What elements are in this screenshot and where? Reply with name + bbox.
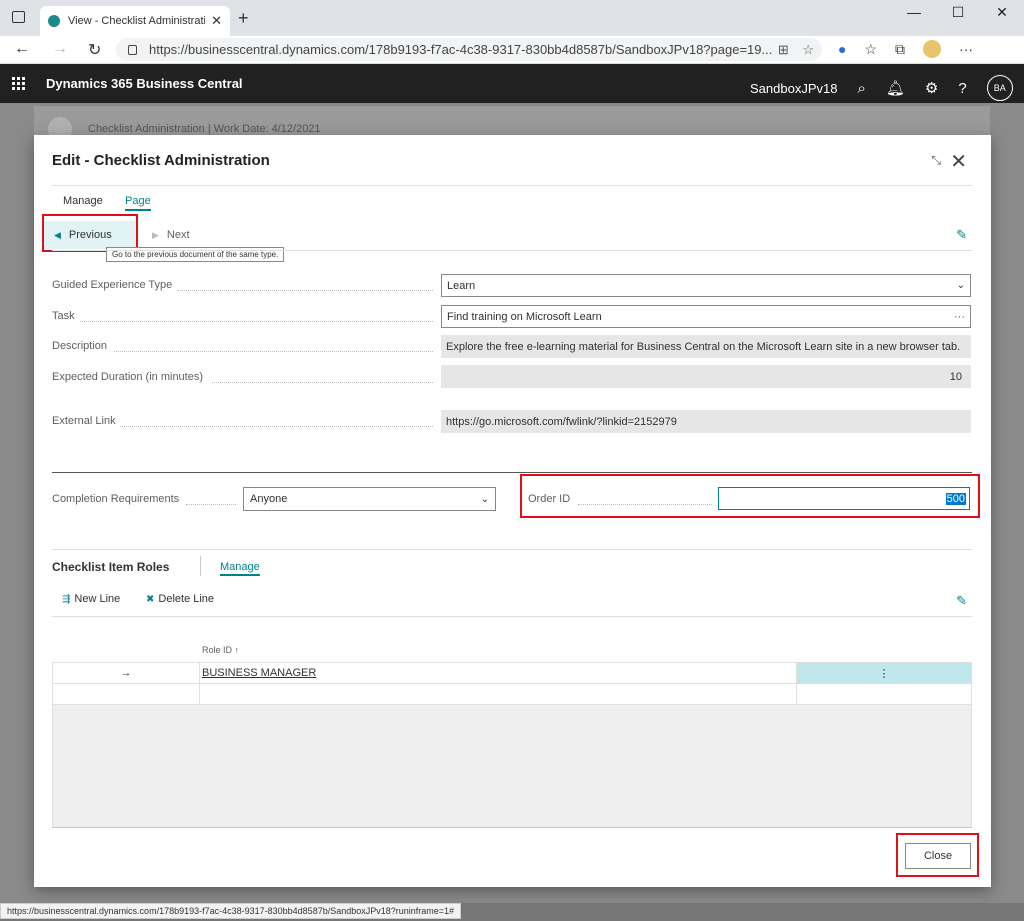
notifications-bell-icon[interactable]: 🔔︎	[886, 79, 905, 97]
tab-title: View - Checklist Administration -	[68, 15, 206, 27]
close-tab-icon[interactable]: ✕	[211, 13, 222, 29]
role-id-cell[interactable]: BUSINESS MANAGER	[200, 663, 797, 683]
collapse-icon[interactable]: ⤡	[931, 153, 941, 168]
roles-manage-tab[interactable]: Manage	[220, 561, 260, 576]
close-dialog-icon[interactable]: ✕	[950, 149, 967, 174]
favorite-star-icon[interactable]: ☆	[802, 42, 814, 58]
url-text: https://businesscentral.dynamics.com/178…	[149, 42, 773, 57]
lookup-more-icon[interactable]: ···	[954, 311, 965, 323]
extension-icon[interactable]: ●	[838, 41, 846, 57]
maximize-icon[interactable]: ☐	[936, 0, 980, 30]
table-row[interactable]: → BUSINESS MANAGER ⋮	[53, 663, 971, 684]
pin-action-bar-icon[interactable]: ✎	[956, 227, 967, 243]
collections-icon[interactable]: ⧉	[895, 41, 905, 58]
duration-label: Expected Duration (in minutes)	[52, 371, 204, 383]
favorites-icon[interactable]: ☆	[864, 41, 877, 58]
description-label: Description	[52, 340, 108, 352]
app-header: Dynamics 365 Business Central SandboxJPv…	[0, 64, 1024, 103]
dialog-title: Edit - Checklist Administration	[52, 152, 270, 169]
pin-subpage-icon[interactable]: ✎	[956, 593, 967, 609]
status-bar-url: https://businesscentral.dynamics.com/178…	[0, 903, 462, 919]
user-avatar[interactable]: BA	[986, 75, 1013, 101]
duration-field: 10	[441, 365, 971, 388]
guided-type-select[interactable]: Learn ⌄	[441, 274, 971, 297]
help-icon[interactable]: ?	[958, 80, 966, 97]
environment-name: SandboxJPv18	[750, 80, 838, 96]
description-field: Explore the free e-learning material for…	[441, 335, 971, 358]
chevron-down-icon: ⌄	[480, 493, 489, 505]
forward-icon[interactable]: →	[52, 40, 68, 58]
new-line-icon: ⇶	[62, 593, 71, 605]
address-bar: ← → ↻ https://businesscentral.dynamics.c…	[0, 36, 1024, 64]
next-arrow-icon: ▶	[152, 229, 159, 240]
menu-manage[interactable]: Manage	[63, 195, 103, 207]
completion-select[interactable]: Anyone ⌄	[243, 487, 496, 511]
new-line-button[interactable]: ⇶ New Line	[62, 593, 120, 605]
guided-type-label: Guided Experience Type	[52, 279, 173, 291]
external-link-field: https://go.microsoft.com/fwlink/?linkid=…	[441, 410, 971, 433]
next-button[interactable]: ▶ Next	[142, 221, 200, 249]
task-label: Task	[52, 310, 75, 322]
completion-label: Completion Requirements	[52, 493, 180, 505]
highlight-order-id	[520, 474, 980, 518]
table-row-empty[interactable]	[53, 684, 971, 705]
delete-line-icon: ✖	[146, 593, 155, 605]
browser-tab-bar: View - Checklist Administration - ✕ + — …	[0, 0, 1024, 36]
window-close-icon[interactable]: ✕	[980, 0, 1024, 30]
browser-tab[interactable]: View - Checklist Administration - ✕	[40, 6, 230, 36]
task-field[interactable]: Find training on Microsoft Learn ···	[441, 305, 971, 328]
business-central-favicon-icon	[48, 15, 60, 27]
app-available-icon[interactable]: ⊞	[778, 42, 789, 58]
app-launcher-icon[interactable]	[12, 77, 26, 91]
app-title: Dynamics 365 Business Central	[46, 76, 243, 91]
refresh-icon[interactable]: ↻	[88, 40, 101, 60]
new-tab-icon[interactable]: +	[238, 8, 249, 29]
minimize-icon[interactable]: —	[892, 0, 936, 30]
delete-line-button[interactable]: ✖ Delete Line	[146, 593, 214, 605]
tab-actions-icon[interactable]	[12, 11, 25, 23]
url-input[interactable]: https://businesscentral.dynamics.com/178…	[116, 38, 822, 61]
lock-icon	[128, 44, 137, 55]
row-actions-icon[interactable]: ⋮	[797, 663, 971, 683]
chevron-down-icon: ⌄	[956, 280, 965, 291]
external-link-label: External Link	[52, 415, 116, 427]
settings-more-icon[interactable]: ···	[959, 41, 973, 57]
roles-section-title: Checklist Item Roles	[52, 560, 170, 574]
row-current-arrow-icon: →	[53, 663, 200, 683]
roles-grid: → BUSINESS MANAGER ⋮	[52, 662, 972, 828]
highlight-close	[896, 833, 979, 877]
back-icon[interactable]: ←	[14, 40, 30, 58]
background-page-title: Checklist Administration | Work Date: 4/…	[88, 123, 321, 135]
edit-dialog: Edit - Checklist Administration ⤡ ✕ Mana…	[34, 135, 991, 887]
menu-page[interactable]: Page	[125, 195, 151, 211]
role-id-column-header[interactable]: Role ID ↑	[202, 645, 239, 655]
settings-gear-icon[interactable]: ⚙	[925, 79, 938, 97]
search-icon[interactable]: ⌕	[857, 80, 865, 97]
profile-avatar[interactable]	[923, 40, 942, 58]
